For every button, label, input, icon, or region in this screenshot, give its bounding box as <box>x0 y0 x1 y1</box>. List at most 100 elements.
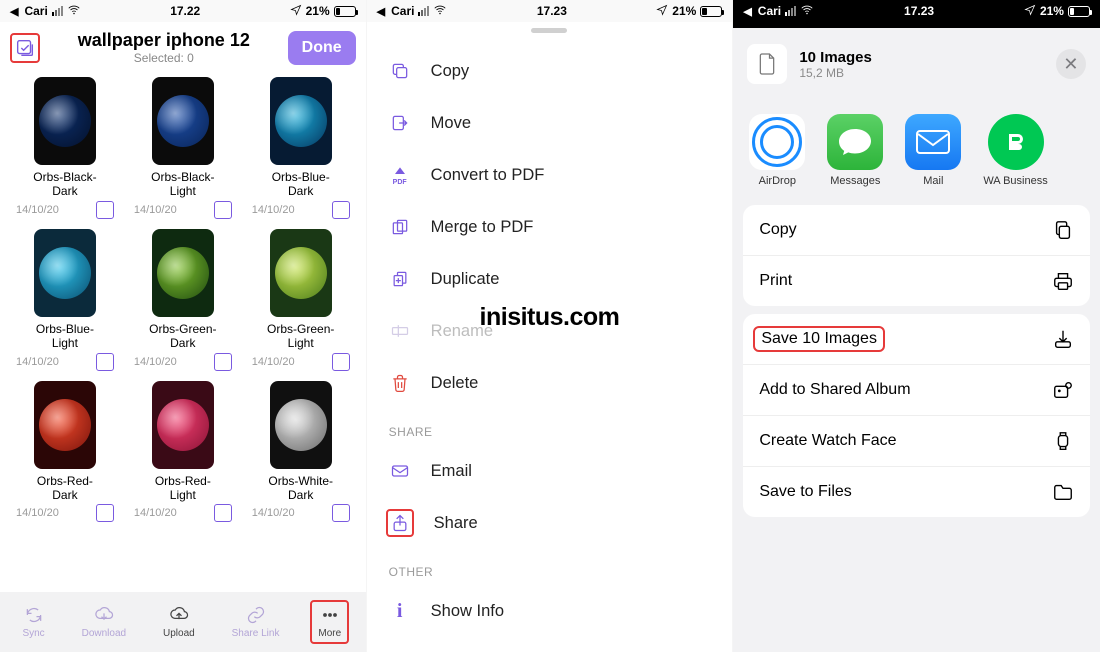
thumbnail[interactable] <box>152 77 214 165</box>
signal-icon <box>785 6 796 16</box>
pane-share-sheet: ◀ Cari 17.23 21% 10 Images 15,2 MB ✕ Air… <box>733 0 1100 652</box>
location-icon <box>290 4 302 19</box>
folder-icon <box>1052 481 1074 503</box>
item-label: Orbs-Blue-Dark <box>272 170 330 199</box>
carrier-label: Cari <box>391 4 414 18</box>
grid-cell[interactable]: Orbs-Green-Dark 14/10/20 <box>124 229 242 377</box>
action-shared-album[interactable]: Add to Shared Album <box>743 365 1090 416</box>
action-print[interactable]: Print <box>743 256 1090 306</box>
item-checkbox[interactable] <box>96 504 114 522</box>
menu-convert-pdf-label: Convert to PDF <box>431 166 545 185</box>
toolbar-sync[interactable]: Sync <box>16 602 50 642</box>
copy-icon <box>1052 219 1074 241</box>
share-title: 10 Images <box>799 49 872 66</box>
grid-cell[interactable]: Orbs-White-Dark 14/10/20 <box>242 381 360 529</box>
item-date: 14/10/20 <box>134 507 177 519</box>
menu-email[interactable]: Email <box>367 445 733 497</box>
thumbnail[interactable] <box>152 229 214 317</box>
action-save-files[interactable]: Save to Files <box>743 467 1090 517</box>
grid-cell[interactable]: Orbs-Green-Light 14/10/20 <box>242 229 360 377</box>
menu-copy[interactable]: Copy <box>367 45 733 97</box>
item-date: 14/10/20 <box>252 507 295 519</box>
action-watch-face[interactable]: Create Watch Face <box>743 416 1090 467</box>
menu-duplicate[interactable]: Duplicate <box>367 253 733 305</box>
battery-pct: 21% <box>672 4 696 18</box>
thumbnail[interactable] <box>34 77 96 165</box>
menu-move-label: Move <box>431 114 471 133</box>
thumbnail[interactable] <box>270 381 332 469</box>
toolbar-share-link[interactable]: Share Link <box>226 602 286 642</box>
menu-merge-pdf[interactable]: Merge to PDF <box>367 201 733 253</box>
item-date: 14/10/20 <box>16 204 59 216</box>
grid-cell[interactable]: Orbs-Red-Light 14/10/20 <box>124 381 242 529</box>
menu-rename: Rename <box>367 305 733 357</box>
thumbnail[interactable] <box>152 381 214 469</box>
item-checkbox[interactable] <box>332 201 350 219</box>
item-checkbox[interactable] <box>96 353 114 371</box>
item-checkbox[interactable] <box>96 201 114 219</box>
back-app-icon[interactable]: ◀ <box>377 5 385 18</box>
grid-cell[interactable]: Orbs-Black-Dark 14/10/20 <box>6 77 124 225</box>
item-label: Orbs-Green-Dark <box>149 322 216 351</box>
copy-icon <box>389 60 411 82</box>
shared-album-icon <box>1052 379 1074 401</box>
battery-pct: 21% <box>1040 4 1064 18</box>
toolbar-sync-label: Sync <box>22 628 44 639</box>
grid-cell[interactable]: Orbs-Blue-Light 14/10/20 <box>6 229 124 377</box>
done-button[interactable]: Done <box>288 31 356 65</box>
status-bar: ◀ Cari 17.23 21% <box>367 0 733 22</box>
menu-share[interactable]: Share <box>367 497 733 549</box>
toolbar-upload[interactable]: Upload <box>157 602 201 642</box>
close-button[interactable]: ✕ <box>1056 49 1086 79</box>
thumbnail[interactable] <box>270 229 332 317</box>
app-messages[interactable]: Messages <box>827 114 883 187</box>
toolbar-more[interactable]: More <box>310 600 349 644</box>
thumbnail[interactable] <box>270 77 332 165</box>
item-checkbox[interactable] <box>214 504 232 522</box>
item-label: Orbs-Red-Light <box>155 474 211 503</box>
back-app-icon[interactable]: ◀ <box>10 5 18 18</box>
grid-cell[interactable]: Orbs-Red-Dark 14/10/20 <box>6 381 124 529</box>
battery-icon <box>1068 6 1090 17</box>
status-bar: ◀ Cari 17.22 21% <box>0 0 366 22</box>
app-airdrop-label: AirDrop <box>759 175 796 187</box>
item-date: 14/10/20 <box>134 356 177 368</box>
menu-delete[interactable]: Delete <box>367 357 733 409</box>
toolbar-download[interactable]: Download <box>76 602 132 642</box>
app-mail[interactable]: Mail <box>905 114 961 187</box>
action-watch-face-label: Create Watch Face <box>759 432 896 450</box>
item-checkbox[interactable] <box>214 353 232 371</box>
thumbnail[interactable] <box>34 381 96 469</box>
action-copy[interactable]: Copy <box>743 205 1090 256</box>
menu-copy-label: Copy <box>431 62 470 81</box>
menu-show-info[interactable]: i Show Info <box>367 585 733 637</box>
menu-email-label: Email <box>431 462 472 481</box>
item-date: 14/10/20 <box>134 204 177 216</box>
share-app-row: AirDrop Messages Mail WA Business <box>733 100 1100 197</box>
email-icon <box>389 460 411 482</box>
merge-icon <box>389 216 411 238</box>
app-airdrop[interactable]: AirDrop <box>749 114 805 187</box>
grid-cell[interactable]: Orbs-Blue-Dark 14/10/20 <box>242 77 360 225</box>
action-save-images[interactable]: Save 10 Images <box>743 314 1090 365</box>
airdrop-icon <box>749 114 805 170</box>
toolbar-upload-label: Upload <box>163 628 195 639</box>
app-wa-business[interactable]: WA Business <box>983 114 1047 187</box>
carrier-label: Cari <box>758 4 781 18</box>
menu-move[interactable]: Move <box>367 97 733 149</box>
duplicate-icon <box>389 268 411 290</box>
sheet-grabber[interactable] <box>531 28 567 33</box>
select-all-button[interactable] <box>10 33 40 63</box>
item-checkbox[interactable] <box>214 201 232 219</box>
share-size: 15,2 MB <box>799 66 872 80</box>
item-label: Orbs-Green-Light <box>267 322 334 351</box>
back-app-icon[interactable]: ◀ <box>743 5 751 18</box>
battery-pct: 21% <box>306 4 330 18</box>
grid-cell[interactable]: Orbs-Black-Light 14/10/20 <box>124 77 242 225</box>
menu-share-label: Share <box>434 514 478 533</box>
menu-convert-pdf[interactable]: PDF Convert to PDF <box>367 149 733 201</box>
thumbnail[interactable] <box>34 229 96 317</box>
share-up-icon <box>389 512 411 534</box>
item-checkbox[interactable] <box>332 353 350 371</box>
item-checkbox[interactable] <box>332 504 350 522</box>
